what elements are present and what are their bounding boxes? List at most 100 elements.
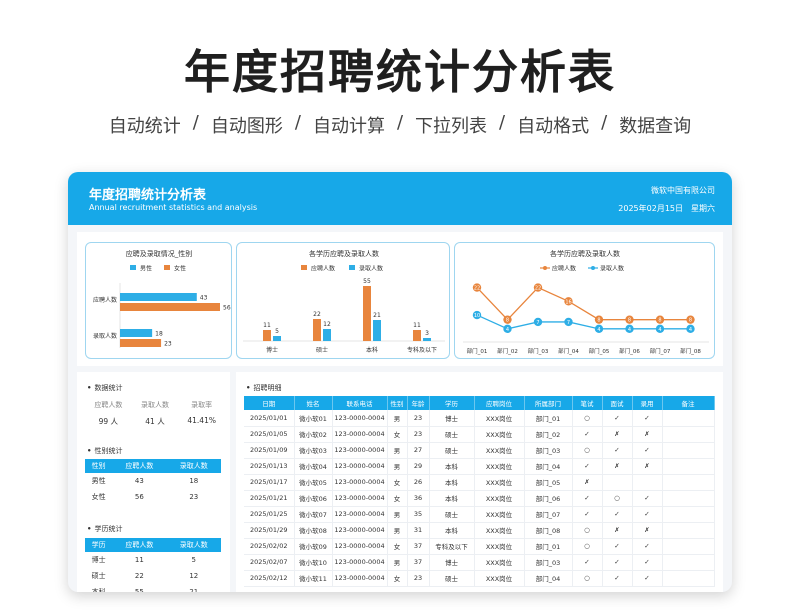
- table-cell[interactable]: 本科: [429, 474, 475, 491]
- table-cell[interactable]: 男: [387, 442, 408, 459]
- table-cell[interactable]: 31: [407, 522, 430, 539]
- table-cell[interactable]: 硕士: [429, 506, 475, 523]
- table-cell[interactable]: 部门_03: [524, 554, 573, 571]
- table-row[interactable]: 2025/01/05 微小软02 123-0000-0004 女 23 硕士 XXX岗位 部门…: [244, 426, 715, 443]
- table-cell[interactable]: [662, 522, 715, 539]
- table-cell[interactable]: 部门_04: [524, 458, 573, 475]
- table-cell[interactable]: 123-0000-0004: [332, 570, 388, 587]
- table-cell[interactable]: XXX岗位: [474, 490, 525, 507]
- table-cell[interactable]: ○: [572, 538, 603, 555]
- table-cell[interactable]: 硕士: [429, 442, 475, 459]
- table-cell[interactable]: 26: [407, 474, 430, 491]
- table-cell[interactable]: 博士: [429, 410, 475, 427]
- table-cell[interactable]: 37: [407, 538, 430, 555]
- table-cell[interactable]: 部门_06: [524, 490, 573, 507]
- column-header[interactable]: 性别: [387, 396, 408, 410]
- table-cell[interactable]: ○: [572, 570, 603, 587]
- table-cell[interactable]: 微小软06: [294, 490, 333, 507]
- column-header[interactable]: 学历: [429, 396, 475, 410]
- department-chart[interactable]: 各学历应聘及录取人数 应聘人数 录取人数 22 8 22 16 8 8 8 8 10 4 7 7 4 4 4 4 部门…: [454, 242, 715, 359]
- table-cell[interactable]: XXX岗位: [474, 570, 525, 587]
- table-cell[interactable]: 微小软03: [294, 442, 333, 459]
- column-header[interactable]: 联系电话: [332, 396, 388, 410]
- table-cell[interactable]: ✓: [602, 442, 633, 459]
- table-cell[interactable]: 2025/01/25: [244, 506, 295, 523]
- table-cell[interactable]: 男: [387, 554, 408, 571]
- table-cell[interactable]: 部门_02: [524, 426, 573, 443]
- table-cell[interactable]: [662, 458, 715, 475]
- gender-chart[interactable]: 应聘及录取情况_性别 男性 女性 应聘人数 43 56 录取人数 18 23: [85, 242, 232, 359]
- table-cell[interactable]: 女: [387, 490, 408, 507]
- table-cell[interactable]: 硕士: [429, 570, 475, 587]
- table-cell[interactable]: 123-0000-0004: [332, 490, 388, 507]
- table-cell[interactable]: 女: [387, 426, 408, 443]
- table-cell[interactable]: XXX岗位: [474, 522, 525, 539]
- table-cell[interactable]: 部门_01: [524, 410, 573, 427]
- table-cell[interactable]: XXX岗位: [474, 426, 525, 443]
- table-cell[interactable]: 23: [407, 410, 430, 427]
- table-cell[interactable]: XXX岗位: [474, 410, 525, 427]
- table-row[interactable]: 2025/01/21 微小软06 123-0000-0004 女 36 本科 XXX岗位 部门…: [244, 490, 715, 507]
- table-cell[interactable]: 部门_07: [524, 506, 573, 523]
- table-cell[interactable]: 123-0000-0004: [332, 442, 388, 459]
- table-cell[interactable]: 微小软08: [294, 522, 333, 539]
- table-cell[interactable]: 123-0000-0004: [332, 474, 388, 491]
- table-cell[interactable]: ✓: [602, 570, 633, 587]
- table-cell[interactable]: 男: [387, 522, 408, 539]
- table-cell[interactable]: ✗: [602, 522, 633, 539]
- table-cell[interactable]: 微小软07: [294, 506, 333, 523]
- table-cell[interactable]: 2025/02/07: [244, 554, 295, 571]
- table-cell[interactable]: XXX岗位: [474, 442, 525, 459]
- table-cell[interactable]: ✓: [632, 570, 663, 587]
- table-cell[interactable]: XXX岗位: [474, 554, 525, 571]
- table-cell[interactable]: [662, 410, 715, 427]
- table-row[interactable]: 2025/02/02 微小软09 123-0000-0004 女 37 专科及以下 XXX岗…: [244, 538, 715, 555]
- table-cell[interactable]: ✓: [572, 426, 603, 443]
- table-cell[interactable]: 2025/01/01: [244, 410, 295, 427]
- table-cell[interactable]: [662, 490, 715, 507]
- table-cell[interactable]: 微小软10: [294, 554, 333, 571]
- column-header[interactable]: 日期: [244, 396, 295, 410]
- table-cell[interactable]: 男: [387, 506, 408, 523]
- column-header[interactable]: 备注: [662, 396, 715, 410]
- table-cell[interactable]: 123-0000-0004: [332, 410, 388, 427]
- column-header[interactable]: 录用: [632, 396, 663, 410]
- table-cell[interactable]: ○: [572, 442, 603, 459]
- table-row[interactable]: 2025/02/07 微小软10 123-0000-0004 男 37 博士 XXX岗位 部门…: [244, 554, 715, 571]
- table-cell[interactable]: XXX岗位: [474, 458, 525, 475]
- table-cell[interactable]: ✗: [632, 458, 663, 475]
- table-cell[interactable]: ✓: [602, 506, 633, 523]
- table-cell[interactable]: ✗: [632, 522, 663, 539]
- table-cell[interactable]: ○: [572, 410, 603, 427]
- table-cell[interactable]: [662, 442, 715, 459]
- table-cell[interactable]: 部门_08: [524, 522, 573, 539]
- table-cell[interactable]: 2025/01/13: [244, 458, 295, 475]
- table-cell[interactable]: [662, 538, 715, 555]
- table-cell[interactable]: 27: [407, 442, 430, 459]
- table-cell[interactable]: ✓: [602, 410, 633, 427]
- table-cell[interactable]: ✓: [602, 554, 633, 571]
- table-cell[interactable]: 微小软02: [294, 426, 333, 443]
- column-header[interactable]: 面试: [602, 396, 633, 410]
- table-cell[interactable]: 2025/01/29: [244, 522, 295, 539]
- table-cell[interactable]: 37: [407, 554, 430, 571]
- table-cell[interactable]: 微小软05: [294, 474, 333, 491]
- table-cell[interactable]: 29: [407, 458, 430, 475]
- table-row[interactable]: 2025/01/29 微小软08 123-0000-0004 男 31 本科 XXX岗位 部门…: [244, 522, 715, 539]
- table-cell[interactable]: 2025/01/05: [244, 426, 295, 443]
- column-header[interactable]: 所属部门: [524, 396, 573, 410]
- table-cell[interactable]: ✓: [632, 442, 663, 459]
- table-cell[interactable]: 微小软01: [294, 410, 333, 427]
- table-row[interactable]: 2025/01/25 微小软07 123-0000-0004 男 35 硕士 XXX岗位 部门…: [244, 506, 715, 523]
- table-cell[interactable]: 本科: [429, 490, 475, 507]
- table-cell[interactable]: ✓: [602, 538, 633, 555]
- column-header[interactable]: 笔试: [572, 396, 603, 410]
- table-cell[interactable]: 123-0000-0004: [332, 426, 388, 443]
- table-cell[interactable]: [602, 474, 633, 491]
- table-cell[interactable]: 男: [387, 458, 408, 475]
- table-cell[interactable]: 123-0000-0004: [332, 554, 388, 571]
- table-cell[interactable]: 123-0000-0004: [332, 506, 388, 523]
- table-cell[interactable]: [662, 554, 715, 571]
- table-cell[interactable]: 2025/01/21: [244, 490, 295, 507]
- table-cell[interactable]: [662, 506, 715, 523]
